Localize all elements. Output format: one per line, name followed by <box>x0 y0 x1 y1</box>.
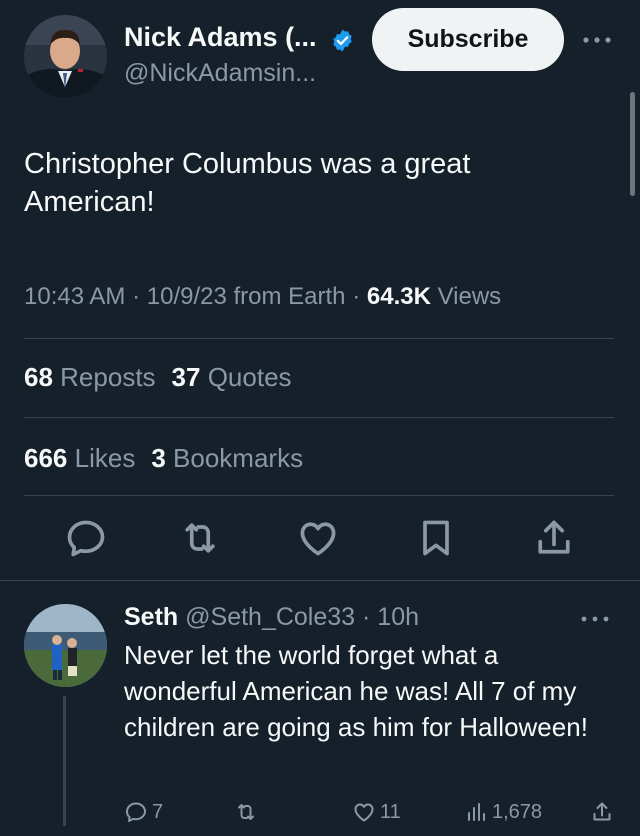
like-count: 11 <box>380 800 401 823</box>
views-count: 64.3K <box>366 283 431 310</box>
reply-like-button[interactable]: 11 <box>352 800 401 824</box>
tweet-date[interactable]: 10/9/23 <box>147 283 227 310</box>
quotes-label: Quotes <box>207 362 292 392</box>
subscribe-button[interactable]: Subscribe <box>372 8 564 71</box>
reply-action-bar: 7 11 1,678 <box>124 796 624 826</box>
likes-bookmarks-row: 666 Likes 3 Bookmarks <box>24 443 303 474</box>
bookmarks-label: Bookmarks <box>173 443 304 473</box>
share-icon[interactable] <box>532 516 576 560</box>
author-handle[interactable]: @NickAdamsin... <box>124 59 316 88</box>
like-icon[interactable] <box>296 516 340 560</box>
reply-views-button[interactable]: 1,678 <box>464 800 542 824</box>
reply-text: Never let the world forget what a wonder… <box>124 640 588 742</box>
views-icon <box>468 803 485 821</box>
likes-label: Likes <box>74 443 136 473</box>
like-icon <box>354 803 374 822</box>
reply-author-handle[interactable]: @Seth_Cole33 <box>185 603 355 631</box>
bookmarks-stat[interactable]: 3 Bookmarks <box>151 443 303 473</box>
thread-line <box>63 696 66 826</box>
tweet-source: from Earth <box>233 283 346 310</box>
divider <box>24 417 614 418</box>
quotes-stat[interactable]: 37 Quotes <box>172 362 292 392</box>
views-label: Views <box>437 283 502 310</box>
likes-stat[interactable]: 666 Likes <box>24 443 135 473</box>
reposts-count: 68 <box>24 362 53 392</box>
bookmark-icon[interactable] <box>414 516 458 560</box>
reply-author-name[interactable]: Seth <box>124 603 178 631</box>
reply-time[interactable]: 10h <box>377 603 419 631</box>
tweet-text: Christopher Columbus was a great America… <box>24 148 471 218</box>
reply-share-button[interactable] <box>590 800 614 824</box>
view-count: 1,678 <box>492 800 543 823</box>
share-icon <box>593 802 611 821</box>
bookmarks-count: 3 <box>151 443 166 473</box>
meta-separator: · <box>132 283 147 310</box>
reposts-quotes-row: 68 Reposts 37 Quotes <box>24 362 292 393</box>
repost-icon <box>238 804 254 820</box>
tweet-time[interactable]: 10:43 AM <box>24 283 125 310</box>
reply-icon <box>126 802 146 822</box>
meta-separator: · <box>355 603 378 631</box>
likes-count: 666 <box>24 443 68 473</box>
reply-repost-button[interactable] <box>234 800 262 824</box>
reply-icon[interactable] <box>64 516 108 560</box>
divider <box>0 580 640 581</box>
reposts-stat[interactable]: 68 Reposts <box>24 362 156 392</box>
reply-header: Seth @Seth_Cole33 · 10h <box>124 603 419 632</box>
divider <box>24 495 614 496</box>
repost-icon[interactable] <box>178 516 222 560</box>
reply-count: 7 <box>152 800 164 823</box>
quotes-count: 37 <box>171 362 201 392</box>
tweet-action-bar <box>0 516 640 564</box>
author-avatar[interactable] <box>24 15 107 98</box>
author-name[interactable]: Nick Adams (... <box>124 22 317 53</box>
reply-author-avatar[interactable] <box>24 604 107 687</box>
more-options-icon[interactable] <box>580 30 614 50</box>
verified-badge-icon <box>333 29 352 52</box>
scrollbar[interactable] <box>630 92 635 196</box>
meta-separator: · <box>352 283 367 310</box>
reposts-label: Reposts <box>60 362 156 392</box>
reply-more-options-icon[interactable] <box>580 610 614 630</box>
tweet-meta: 10:43 AM · 10/9/23 from Earth · 64.3K Vi… <box>24 283 501 311</box>
reply-reply-button[interactable]: 7 <box>124 800 163 824</box>
divider <box>24 338 614 339</box>
